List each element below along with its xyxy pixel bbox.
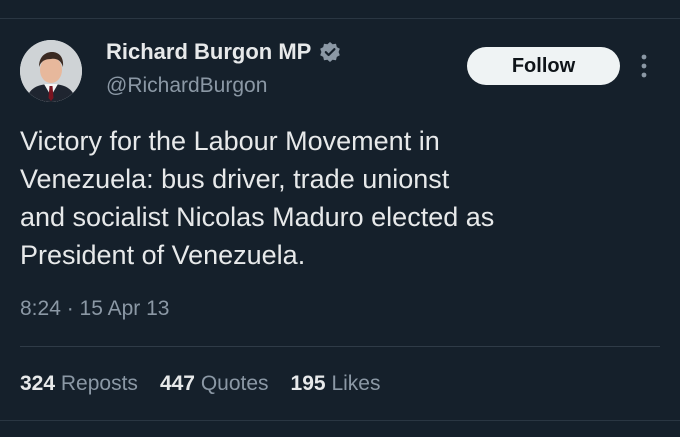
tweet-text-line: Venezuela: bus driver, trade unionst <box>20 164 450 194</box>
likes-label: Likes <box>331 372 381 395</box>
tweet-timestamp[interactable]: 8:24 · 15 Apr 13 <box>20 297 169 321</box>
more-vertical-icon[interactable] <box>636 52 652 80</box>
top-divider <box>0 18 680 19</box>
tweet-text-line: President of Venezuela. <box>20 240 306 270</box>
verified-badge-icon <box>319 41 341 63</box>
stats-divider <box>20 346 660 347</box>
tweet-text-line: and socialist Nicolas Maduro elected as <box>20 202 495 232</box>
quotes-label: Quotes <box>200 372 269 395</box>
reposts-count: 324 <box>20 372 56 395</box>
likes-count: 195 <box>290 372 326 395</box>
avatar[interactable] <box>20 40 82 102</box>
reposts-label: Reposts <box>60 372 138 395</box>
author-handle[interactable]: @RichardBurgon <box>106 74 267 98</box>
author-name-row: Richard Burgon MP <box>106 39 341 65</box>
follow-button[interactable]: Follow <box>467 47 620 85</box>
reposts-stat[interactable]: 324 Reposts <box>20 372 138 396</box>
engagement-stats: 324 Reposts 447 Quotes 195 Likes <box>20 372 380 396</box>
tweet-text: Victory for the Labour Movement in Venez… <box>20 122 640 274</box>
bottom-divider <box>0 420 680 421</box>
quotes-stat[interactable]: 447 Quotes <box>160 372 269 396</box>
quotes-count: 447 <box>159 372 195 395</box>
likes-stat[interactable]: 195 Likes <box>291 372 381 396</box>
author-display-name[interactable]: Richard Burgon MP <box>106 39 311 65</box>
tweet-text-line: Victory for the Labour Movement in <box>20 126 440 156</box>
